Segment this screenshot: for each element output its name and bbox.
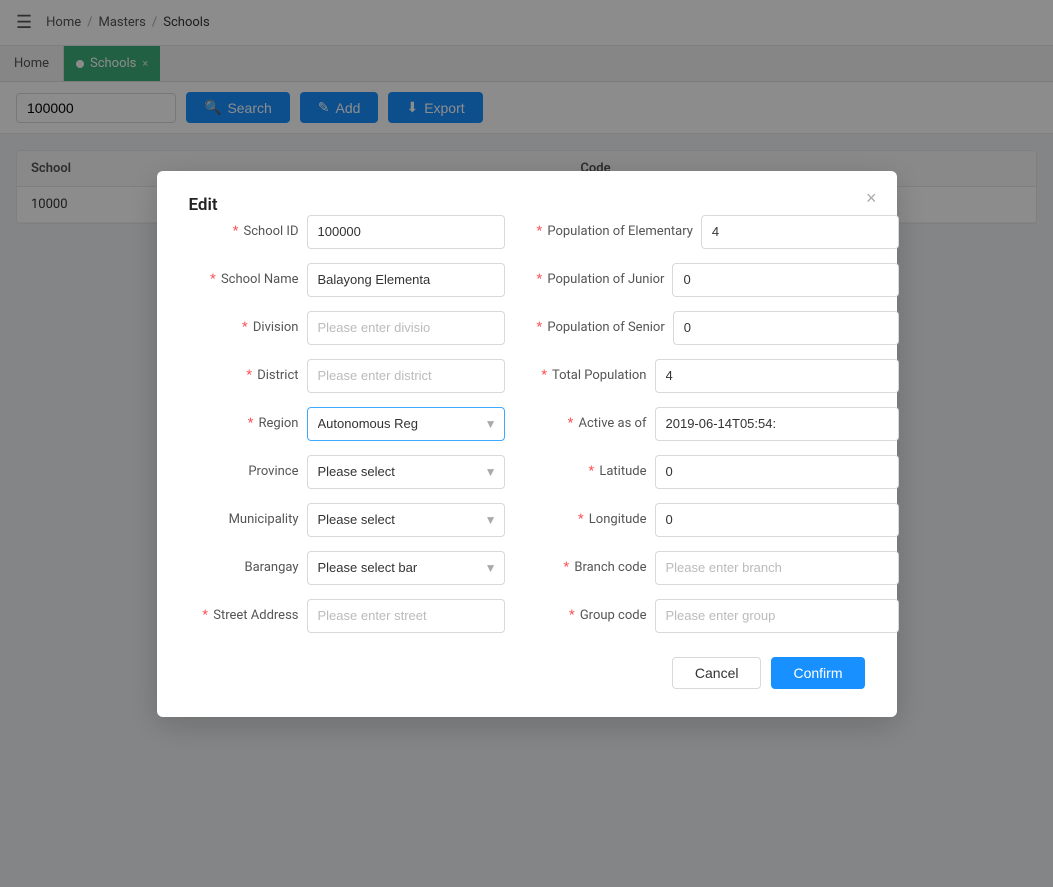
field-pop-junior: * Population of Junior — [537, 263, 899, 297]
field-longitude: * Longitude — [537, 503, 899, 537]
branch-code-input[interactable] — [655, 551, 899, 585]
division-input[interactable] — [307, 311, 505, 345]
cancel-button[interactable]: Cancel — [672, 657, 762, 689]
required-star: * — [233, 224, 239, 239]
modal-title: Edit — [189, 195, 218, 215]
longitude-input[interactable] — [655, 503, 899, 537]
modal-footer: Cancel Confirm — [189, 657, 865, 689]
confirm-button[interactable]: Confirm — [771, 657, 864, 689]
division-label: * Division — [189, 320, 299, 335]
field-pop-elem: * Population of Elementary — [537, 215, 899, 249]
form-grid: * School ID * Population of Elementary *… — [189, 215, 865, 633]
longitude-label: * Longitude — [537, 512, 647, 527]
field-latitude: * Latitude — [537, 455, 899, 489]
branch-code-label: * Branch code — [537, 560, 647, 575]
field-province: Province Please select ▼ — [189, 455, 505, 489]
pop-junior-label: * Population of Junior — [537, 272, 665, 287]
field-district: * District — [189, 359, 505, 393]
total-pop-label: * Total Population — [537, 368, 647, 383]
province-select[interactable]: Please select — [307, 455, 505, 489]
barangay-select[interactable]: Please select bar — [307, 551, 505, 585]
edit-modal: Edit × * School ID * Population of Eleme… — [157, 171, 897, 717]
school-id-input[interactable] — [307, 215, 505, 249]
modal-overlay: Edit × * School ID * Population of Eleme… — [0, 0, 1053, 887]
modal-close-button[interactable]: × — [866, 189, 877, 207]
street-address-input[interactable] — [307, 599, 505, 633]
field-region: * Region Autonomous Reg ▼ — [189, 407, 505, 441]
region-select[interactable]: Autonomous Reg — [307, 407, 505, 441]
district-input[interactable] — [307, 359, 505, 393]
active-as-of-input[interactable] — [655, 407, 899, 441]
latitude-input[interactable] — [655, 455, 899, 489]
field-pop-senior: * Population of Senior — [537, 311, 899, 345]
pop-junior-input[interactable] — [672, 263, 898, 297]
street-address-label: * Street Address — [189, 608, 299, 623]
municipality-label: Municipality — [189, 512, 299, 527]
pop-elem-input[interactable] — [701, 215, 899, 249]
school-name-label: * School Name — [189, 272, 299, 287]
group-code-input[interactable] — [655, 599, 899, 633]
school-id-label: * School ID — [189, 224, 299, 239]
field-active-as-of: * Active as of — [537, 407, 899, 441]
region-label: * Region — [189, 416, 299, 431]
total-pop-input[interactable] — [655, 359, 899, 393]
field-street-address: * Street Address — [189, 599, 505, 633]
field-total-pop: * Total Population — [537, 359, 899, 393]
district-label: * District — [189, 368, 299, 383]
region-select-wrap: Autonomous Reg ▼ — [307, 407, 505, 441]
province-label: Province — [189, 464, 299, 479]
pop-senior-input[interactable] — [673, 311, 899, 345]
municipality-select[interactable]: Please select — [307, 503, 505, 537]
latitude-label: * Latitude — [537, 464, 647, 479]
pop-elem-label: * Population of Elementary — [537, 224, 693, 239]
barangay-select-wrap: Please select bar ▼ — [307, 551, 505, 585]
group-code-label: * Group code — [537, 608, 647, 623]
municipality-select-wrap: Please select ▼ — [307, 503, 505, 537]
field-school-name: * School Name — [189, 263, 505, 297]
pop-senior-label: * Population of Senior — [537, 320, 665, 335]
school-name-input[interactable] — [307, 263, 505, 297]
field-barangay: Barangay Please select bar ▼ — [189, 551, 505, 585]
province-select-wrap: Please select ▼ — [307, 455, 505, 489]
field-municipality: Municipality Please select ▼ — [189, 503, 505, 537]
field-division: * Division — [189, 311, 505, 345]
barangay-label: Barangay — [189, 560, 299, 575]
field-school-id: * School ID — [189, 215, 505, 249]
field-group-code: * Group code — [537, 599, 899, 633]
active-as-of-label: * Active as of — [537, 416, 647, 431]
field-branch-code: * Branch code — [537, 551, 899, 585]
